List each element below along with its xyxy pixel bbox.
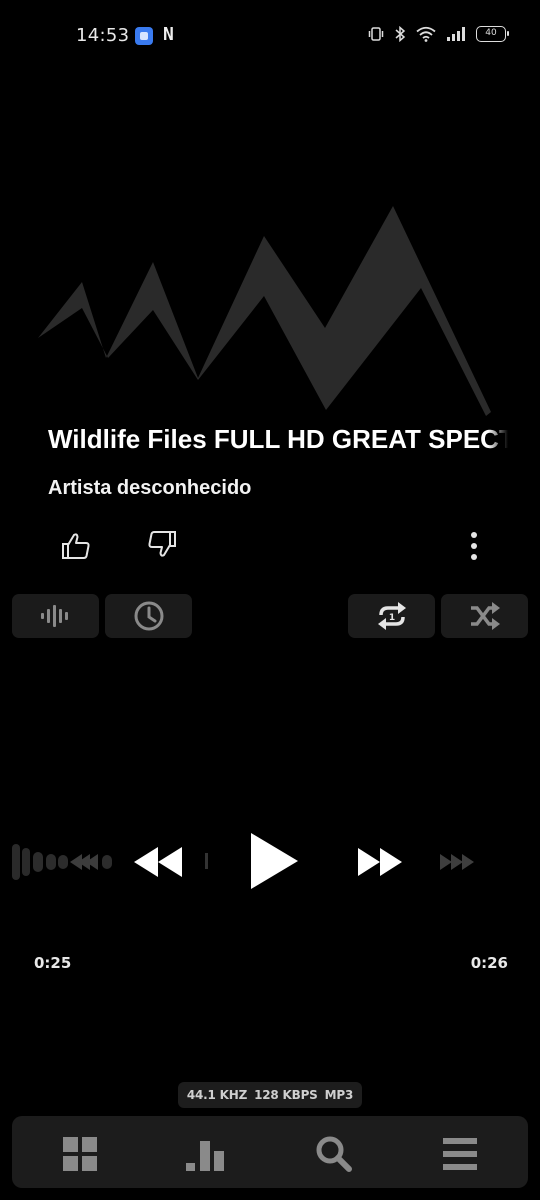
- seek-wave-indicator: [12, 844, 112, 880]
- thumbs-up-icon: [62, 533, 90, 559]
- bluetooth-icon: [394, 26, 406, 42]
- song-title: Wildlife Files FULL HD GREAT SPECTACLE: [48, 424, 508, 455]
- svg-text:1: 1: [388, 613, 394, 623]
- skip-forward-indicator: [436, 845, 480, 879]
- repeat-one-button[interactable]: 1: [348, 594, 435, 638]
- nav-queue-button[interactable]: [440, 1134, 480, 1174]
- app-notification-icon: [135, 27, 153, 45]
- signal-icon: [446, 26, 466, 42]
- audio-format-badge: 44.1 KHZ 128 KBPS MP3: [178, 1082, 362, 1108]
- fast-forward-icon: [358, 848, 402, 876]
- fast-forward-button[interactable]: [354, 840, 410, 884]
- more-options-button[interactable]: [462, 528, 486, 564]
- song-artist: Artista desconhecido: [48, 477, 252, 499]
- wifi-icon: [416, 26, 436, 42]
- nav-search-button[interactable]: [314, 1134, 354, 1174]
- total-time: 0:26: [470, 954, 508, 972]
- current-time: 0:25: [34, 954, 72, 972]
- shuffle-button[interactable]: [441, 594, 528, 638]
- transport-divider: [205, 853, 208, 869]
- codec: MP3: [324, 1088, 354, 1102]
- mountain-shape: [38, 206, 491, 416]
- more-dot: [471, 543, 477, 549]
- more-dot: [471, 532, 477, 538]
- album-art: [38, 206, 491, 416]
- nav-stats-button[interactable]: [186, 1134, 226, 1174]
- more-dot: [471, 554, 477, 560]
- menu-list-icon: [443, 1138, 477, 1170]
- battery-icon: 40: [476, 26, 509, 42]
- search-icon: [316, 1136, 352, 1172]
- shuffle-icon: [470, 602, 500, 630]
- clock-icon: [134, 601, 163, 631]
- bottom-navigation: [12, 1116, 528, 1188]
- play-button[interactable]: [244, 828, 304, 894]
- play-icon: [251, 833, 298, 889]
- netflix-notification-icon: N: [163, 24, 174, 45]
- equalizer-icon: [40, 605, 68, 627]
- status-time: 14:53: [76, 25, 130, 46]
- skip-forward-icon: [440, 854, 474, 870]
- status-bar: 14:53 N 40: [0, 0, 540, 72]
- repeat-one-icon: 1: [377, 602, 406, 630]
- thumbs-down-icon: [148, 531, 176, 557]
- bar-chart-icon: [186, 1141, 224, 1171]
- grid-icon: [63, 1137, 97, 1171]
- rewind-button[interactable]: [132, 840, 188, 884]
- bitrate: 128 KBPS: [254, 1088, 318, 1102]
- sample-rate: 44.1 KHZ: [186, 1088, 248, 1102]
- equalizer-button[interactable]: [12, 594, 99, 638]
- sleep-timer-button[interactable]: [105, 594, 192, 638]
- dislike-button[interactable]: [142, 524, 182, 564]
- rewind-icon: [134, 847, 182, 877]
- nav-library-button[interactable]: [60, 1134, 100, 1174]
- system-icons: 40: [368, 26, 509, 42]
- like-button[interactable]: [56, 526, 96, 566]
- vibrate-icon: [368, 26, 384, 42]
